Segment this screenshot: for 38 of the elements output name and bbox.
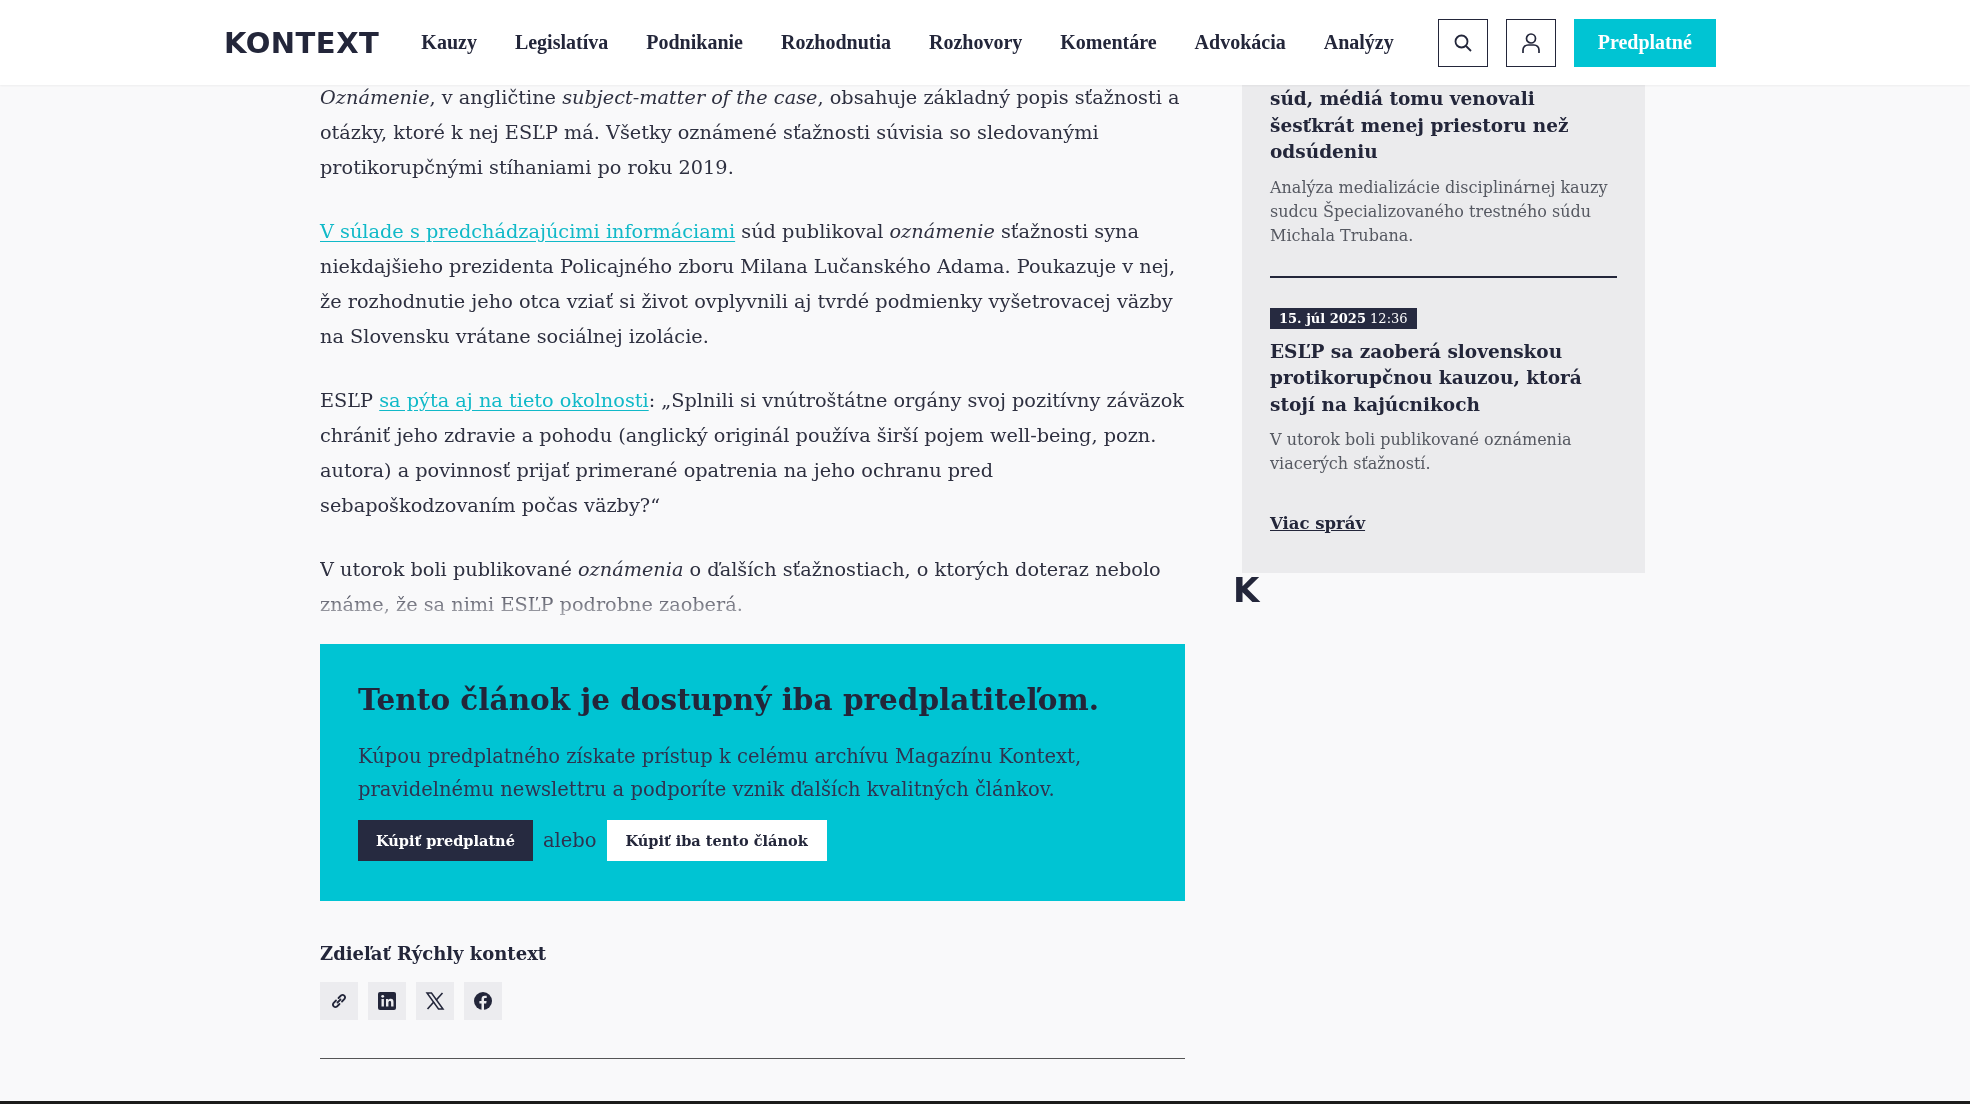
article-paragraph: ESĽP sa pýta aj na tieto okolnosti: „Splnili si vnútroštátne orgány svoj pozitívny záväzok chrániť jeho zdravie a pohodu (anglický originál používa širší pojem well-being, pozn. autora) a povinnosť prijať primerané opatrenia na jeho ochranu pred sebapoškodzovaním počas väzby?“ <box>320 388 1185 519</box>
nav-link[interactable]: Komentáre <box>1060 31 1157 54</box>
user-icon <box>1520 31 1541 54</box>
buy-article-button[interactable]: Kúpiť iba tento článok <box>606 820 827 861</box>
nav-link[interactable]: Analýzy <box>1323 31 1394 54</box>
date-badge: 15. júl 2025 12:36 <box>1270 307 1417 329</box>
facebook-share-button[interactable] <box>464 982 502 1020</box>
site-logo[interactable]: KONTEXT <box>224 25 380 60</box>
nav-link[interactable]: Rozhovory <box>928 31 1023 54</box>
article-paragraph: V utorok boli publikované oznámenia o ďalších sťažnostiach, o ktorých doteraz nebolo známe, že sa nimi ESĽP podrobne zaoberá. <box>320 557 1162 618</box>
or-text: alebo <box>542 829 597 852</box>
search-icon <box>1452 32 1473 53</box>
buy-subscription-button[interactable]: Kúpiť predplatné <box>358 820 533 861</box>
paywall-text: Kúpou predplatného získate prístup k celému archívu Magazínu Kontext, pravidelnému newslettru a podporíte vznik ďalších kvalitných článkov. <box>358 744 1083 803</box>
news-summary: Analýza medializácie disciplinárnej kauzy sudcu Špecializovaného trestného súdu Michala Trubana. <box>1270 176 1609 247</box>
link-icon <box>329 991 349 1011</box>
paywall-title: Tento článok je dostupný iba predplatiteľom. <box>358 681 1100 719</box>
logo-mark: K <box>1233 573 1260 607</box>
linkedin-icon <box>377 991 397 1011</box>
nav-link[interactable]: Legislatíva <box>514 31 609 54</box>
linkedin-share-button[interactable] <box>368 982 406 1020</box>
search-button[interactable] <box>1437 18 1488 67</box>
news-summary: V utorok boli publikované oznámenia viacerých sťažností. <box>1270 429 1573 475</box>
account-button[interactable] <box>1505 18 1556 67</box>
article-paragraph: V súlade s predchádzajúcimi informáciami súd publikoval oznámenie sťažnosti syna niekdajšieho prezidenta Policajného zboru Milana Lučanského Adama. Poukazuje v nej, že rozhodnutie jeho otca vziať si život ovplyvnili aj tvrdé podmienky vyšetrovacej väzby na Slovensku vrátane sociálnej izolácie. <box>320 219 1177 350</box>
copy-link-button[interactable] <box>320 982 358 1020</box>
share-heading: Zdieľať Rýchly kontext <box>320 943 548 964</box>
x-icon <box>425 991 445 1011</box>
facebook-icon <box>473 991 493 1011</box>
article-paragraph: Oznámenie, v angličtine subject-matter of the case, obsahuje základný popis sťažnosti a otázky, ktoré k nej ESĽP má. Všetky oznámené sťažnosti súvisia so sledovanými protikorupčnými stíhaniami po roku 2019. <box>320 85 1181 181</box>
news-headline[interactable]: súd, médiá tomu venovali šesťkrát menej priestoru než odsúdeniu <box>1270 86 1617 166</box>
nav-link[interactable]: Kauzy <box>421 31 477 54</box>
nav-link[interactable]: Rozhodnutia <box>780 31 891 54</box>
nav-link[interactable]: Advokácia <box>1194 31 1286 54</box>
nav-link[interactable]: Podnikanie <box>646 31 743 54</box>
x-share-button[interactable] <box>416 982 454 1020</box>
more-news-link[interactable]: Viac správ <box>1270 514 1366 533</box>
news-headline[interactable]: ESĽP sa zaoberá slovenskou protikorupčnou kauzou, ktorá stojí na kajúcnikoch <box>1270 338 1617 418</box>
